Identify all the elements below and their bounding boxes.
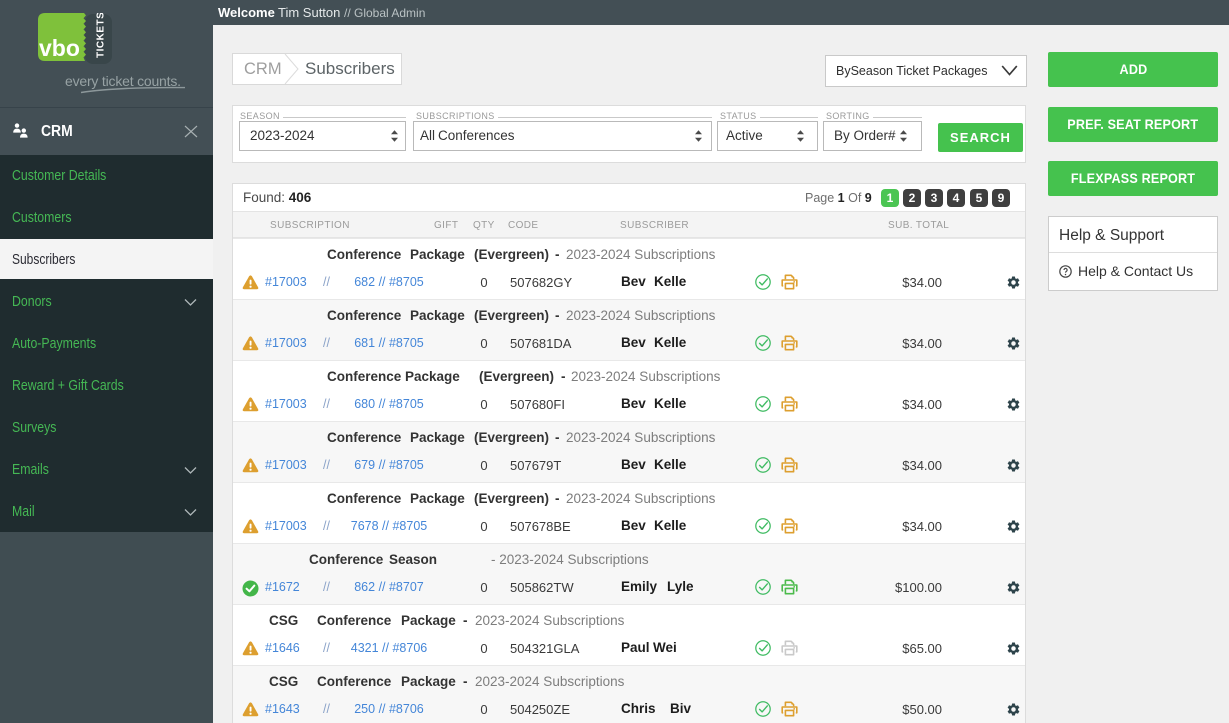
svg-text:vbo: vbo [39, 35, 80, 61]
svg-text:TICKETS: TICKETS [96, 13, 107, 58]
